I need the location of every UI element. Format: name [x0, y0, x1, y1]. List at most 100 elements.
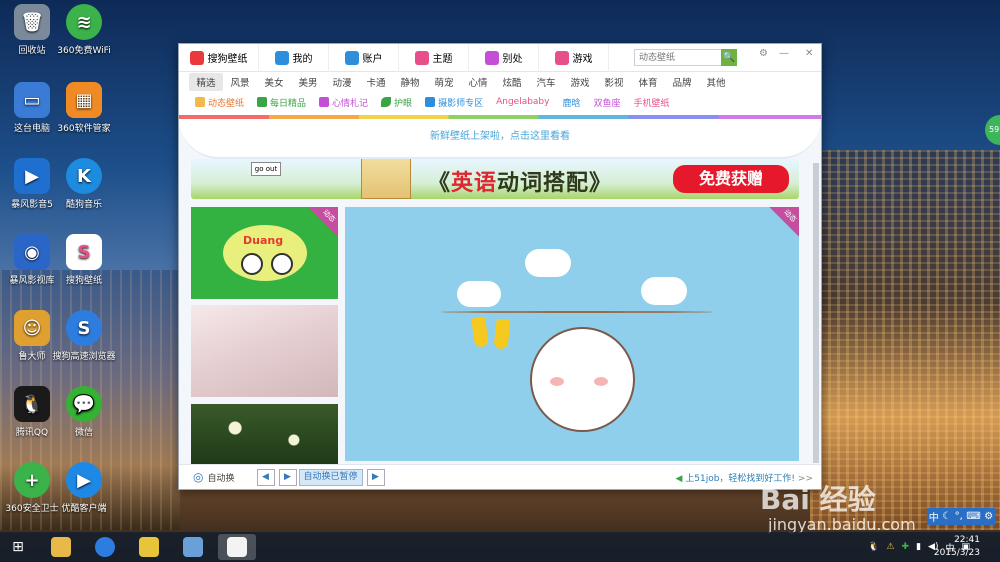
taskbar-sogou-wallpaper[interactable] — [218, 534, 256, 560]
tab-sogou-wallpaper[interactable]: 搜狗壁纸 — [179, 43, 259, 72]
book-image — [361, 159, 411, 199]
wallpaper-preview[interactable]: 动态 — [345, 207, 799, 461]
category-beauty[interactable]: 美女 — [257, 75, 291, 89]
wallpaper-app-icon — [227, 537, 247, 557]
vertical-scrollbar[interactable] — [813, 163, 819, 463]
category-games[interactable]: 游戏 — [563, 75, 597, 89]
duang-text: Duang — [243, 234, 284, 247]
category-anime[interactable]: 动漫 — [325, 75, 359, 89]
dynamic-badge: 动态 — [308, 207, 338, 237]
subnav-eye-care[interactable]: 护眼 — [381, 96, 412, 109]
category-cars[interactable]: 汽车 — [529, 75, 563, 89]
category-scenery[interactable]: 风景 — [223, 75, 257, 89]
desktop-icon-wifi[interactable]: ≋ 360免费WiFi — [52, 4, 116, 56]
category-pets[interactable]: 萌宠 — [427, 75, 461, 89]
media-player-icon: ▶ — [14, 158, 50, 194]
subnav-photographer[interactable]: 摄影师专区 — [425, 96, 483, 109]
category-mood[interactable]: 心情 — [461, 75, 495, 89]
taskbar-sogou-browser[interactable] — [86, 534, 124, 560]
wifi-icon: ≋ — [66, 4, 102, 40]
tab-theme[interactable]: 主题 — [399, 43, 469, 72]
browser-icon — [95, 537, 115, 557]
security-tray-icon[interactable]: ✚ — [902, 542, 910, 552]
subnav-mobile-wallpaper[interactable]: 手机壁纸 — [634, 96, 670, 109]
search-button[interactable]: 🔍 — [721, 49, 737, 66]
music-icon: K — [66, 158, 102, 194]
recycle-bin-icon: 🗑 — [14, 4, 50, 40]
desktop-icon-kugou[interactable]: K 酷狗音乐 — [52, 158, 116, 210]
taskbar-store[interactable] — [130, 534, 168, 560]
tab-account[interactable]: 账户 — [329, 43, 399, 72]
subnav-mood-notes[interactable]: 心情札记 — [319, 96, 368, 109]
play-button[interactable]: ▶ — [278, 468, 297, 486]
sogou-wallpaper-window: 搜狗壁纸 我的 账户 主题 别处 游戏 🔍 ⚙ — ✕ 精选 风景 美女 — [178, 43, 822, 490]
video-library-icon: ◉ — [14, 234, 50, 270]
side-float-badge[interactable]: 59 — [985, 115, 1000, 145]
top-navigation: 搜狗壁纸 我的 账户 主题 别处 游戏 🔍 ⚙ — ✕ — [179, 43, 821, 72]
desktop-icon-sogou-browser[interactable]: S 搜狗高速浏览器 — [52, 310, 116, 362]
category-cartoon[interactable]: 卡通 — [359, 75, 393, 89]
close-button[interactable]: ✕ — [805, 48, 813, 59]
category-movies[interactable]: 影视 — [597, 75, 631, 89]
security-guard-icon: + — [14, 462, 50, 498]
sogou-logo-icon — [189, 50, 204, 65]
taskbar-file-explorer[interactable] — [42, 534, 80, 560]
cloud-shape — [525, 249, 571, 277]
wallpaper-thumb-flowers[interactable] — [191, 404, 338, 464]
start-button[interactable]: ⊞ — [0, 532, 36, 562]
dynamic-badge: 动态 — [769, 207, 799, 237]
youku-icon: ▶ — [66, 462, 102, 498]
system-clock[interactable]: 22:41 2015/3/23 — [934, 534, 980, 560]
tab-games[interactable]: 游戏 — [539, 43, 609, 72]
banner-title: 《英语动词搭配》 — [428, 171, 613, 196]
network-icon[interactable]: ▮ — [916, 542, 921, 552]
settings-icon[interactable]: ⚙ — [759, 48, 768, 59]
desktop-icon-youku[interactable]: ▶ 优酷客户端 — [52, 462, 116, 514]
minimize-button[interactable]: — — [779, 48, 789, 59]
camera-icon — [425, 97, 436, 107]
category-still-life[interactable]: 静物 — [393, 75, 427, 89]
tab-mine[interactable]: 我的 — [259, 43, 329, 72]
baidu-watermark: Bai 经验 — [760, 483, 876, 516]
ime-toolbar[interactable]: 中 ☾ °, ⌨ ⚙ — [927, 508, 995, 525]
wallpaper-app-icon: S — [66, 234, 102, 270]
category-cool[interactable]: 炫酷 — [495, 75, 529, 89]
qq-icon: 🐧 — [14, 386, 50, 422]
taskbar-paint[interactable] — [174, 534, 212, 560]
free-gift-button[interactable]: 免费获赠 — [673, 165, 789, 193]
sparkle-icon — [195, 97, 205, 107]
notes-icon — [319, 97, 330, 107]
desktop-icon-app-manager[interactable]: ▦ 360软件管家 — [52, 82, 116, 134]
subnav-dynamic-wallpaper[interactable]: 动态壁纸 — [195, 96, 244, 109]
warning-icon[interactable]: ⚠ — [886, 542, 894, 552]
blush — [550, 377, 564, 386]
wallpaper-thumb-duang[interactable]: Duang 动态 — [191, 207, 338, 299]
category-sports[interactable]: 体育 — [631, 75, 665, 89]
desktop-icon-wechat[interactable]: 💬 微信 — [52, 386, 116, 438]
new-wallpaper-notice[interactable]: 新鲜壁纸上架啦，点击这里看看 — [179, 127, 821, 142]
paint-icon — [183, 537, 203, 557]
monitor-icon — [274, 50, 289, 65]
computer-icon: ▭ — [14, 82, 50, 118]
auto-switch-paused[interactable]: 自动换已暂停 — [298, 468, 363, 486]
go-out-sign: go out — [251, 162, 281, 176]
subnav-luhan[interactable]: 鹿晗 — [562, 96, 580, 109]
ad-banner[interactable]: go out 《英语动词搭配》 免费获赠 — [191, 159, 799, 199]
cartoon-face-right — [271, 253, 293, 275]
desktop-icon-sogou-wallpaper[interactable]: S 搜狗壁纸 — [52, 234, 116, 286]
theme-icon — [414, 50, 429, 65]
qq-tray-icon[interactable]: 🐧 — [868, 542, 879, 552]
tab-elsewhere[interactable]: 别处 — [469, 43, 539, 72]
prev-button[interactable]: ◀ — [256, 468, 275, 486]
category-brands[interactable]: 品牌 — [665, 75, 699, 89]
category-handsome[interactable]: 美男 — [291, 75, 325, 89]
category-other[interactable]: 其他 — [699, 75, 733, 89]
arrow-icon: ◀ — [675, 474, 686, 484]
next-button[interactable]: ▶ — [366, 468, 385, 486]
wallpaper-thumb-gift[interactable] — [191, 305, 338, 397]
cloud-shape — [457, 281, 501, 307]
subnav-angelababy[interactable]: Angelababy — [496, 97, 549, 107]
subnav-pisces[interactable]: 双鱼座 — [594, 96, 621, 109]
subnav-daily-picks[interactable]: 每日精品 — [257, 96, 306, 109]
category-featured[interactable]: 精选 — [189, 73, 223, 91]
